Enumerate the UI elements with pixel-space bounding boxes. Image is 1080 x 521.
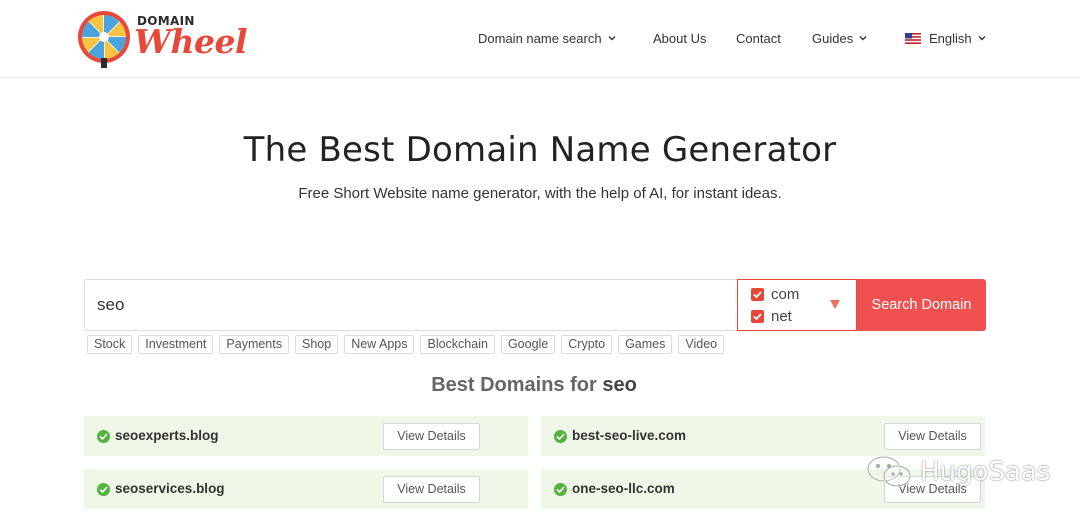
page-subtitle: Free Short Website name generator, with … [298,185,782,202]
tld-label: net [771,308,792,325]
tld-label: com [771,286,800,303]
language-selector[interactable]: English [905,29,987,47]
nav-guides-label: Guides [812,30,854,46]
available-check-icon [554,483,567,496]
domain-result: seoexperts.blog View Details [84,416,528,456]
domain-name: best-seo-live.com [572,428,687,443]
domain-name: one-seo-llc.com [572,481,675,496]
nav-about-us-label: About Us [653,30,707,46]
keyword-tags: Stock Investment Payments Shop New Apps … [87,335,725,354]
domain-search-bar: com net Search Domain [84,279,986,331]
search-domain-button[interactable]: Search Domain [857,279,986,331]
site-header: DOMAIN Wheel Domain name search About Us… [0,0,1080,78]
keyword-tag[interactable]: Blockchain [420,335,495,354]
keyword-tag[interactable]: Crypto [561,335,613,354]
nav-domain-search[interactable]: Domain name search [478,29,617,47]
keyword-tag[interactable]: New Apps [344,335,415,354]
chevron-down-icon [978,36,986,41]
nav-domain-search-label: Domain name search [478,30,602,46]
nav-guides[interactable]: Guides [812,29,868,47]
page-title: The Best Domain Name Generator [243,130,837,170]
wechat-icon [866,455,912,488]
language-label: English [929,30,972,46]
checkbox-checked-icon[interactable] [751,310,764,323]
view-details-button[interactable]: View Details [383,423,480,450]
chevron-down-icon [608,36,616,41]
logo-wheel-text: Wheel [134,22,248,61]
nav-contact-label: Contact [736,30,781,46]
tld-option-com[interactable]: com [751,286,799,303]
domain-name: seoservices.blog [115,481,225,496]
domain-result: seoservices.blog View Details [84,469,528,509]
keyword-search-input[interactable] [85,280,737,330]
keyword-tag[interactable]: Investment [138,335,214,354]
tld-dropdown[interactable]: com net [737,279,857,331]
keyword-tag[interactable]: Games [618,335,673,354]
domainwheel-logo[interactable]: DOMAIN Wheel [76,8,256,70]
nav-contact[interactable]: Contact [736,29,781,47]
keyword-tag[interactable]: Stock [87,335,133,354]
available-check-icon [554,430,567,443]
nav-about-us[interactable]: About Us [653,29,706,47]
checkbox-checked-icon[interactable] [751,288,764,301]
watermark: HugoSaas [866,455,1050,489]
tld-option-net[interactable]: net [751,308,792,325]
available-check-icon [97,483,110,496]
results-heading-prefix: Best Domains for [431,374,597,396]
keyword-tag[interactable]: Video [678,335,725,354]
keyword-tag[interactable]: Shop [295,335,339,354]
results-heading: Best Domains for seo [0,374,1068,397]
wheel-logo-icon [78,11,130,68]
us-flag-icon [905,32,921,44]
keyword-tag[interactable]: Google [500,335,556,354]
keyword-tag[interactable]: Payments [219,335,289,354]
domain-name: seoexperts.blog [115,428,219,443]
available-check-icon [97,430,110,443]
results-heading-keyword: seo [602,374,637,396]
view-details-button[interactable]: View Details [884,423,981,450]
chevron-down-icon [859,36,867,41]
watermark-text: HugoSaas [920,457,1051,487]
domain-result: best-seo-live.com View Details [541,416,985,456]
view-details-button[interactable]: View Details [383,476,480,503]
dropdown-triangle-icon [830,300,840,309]
